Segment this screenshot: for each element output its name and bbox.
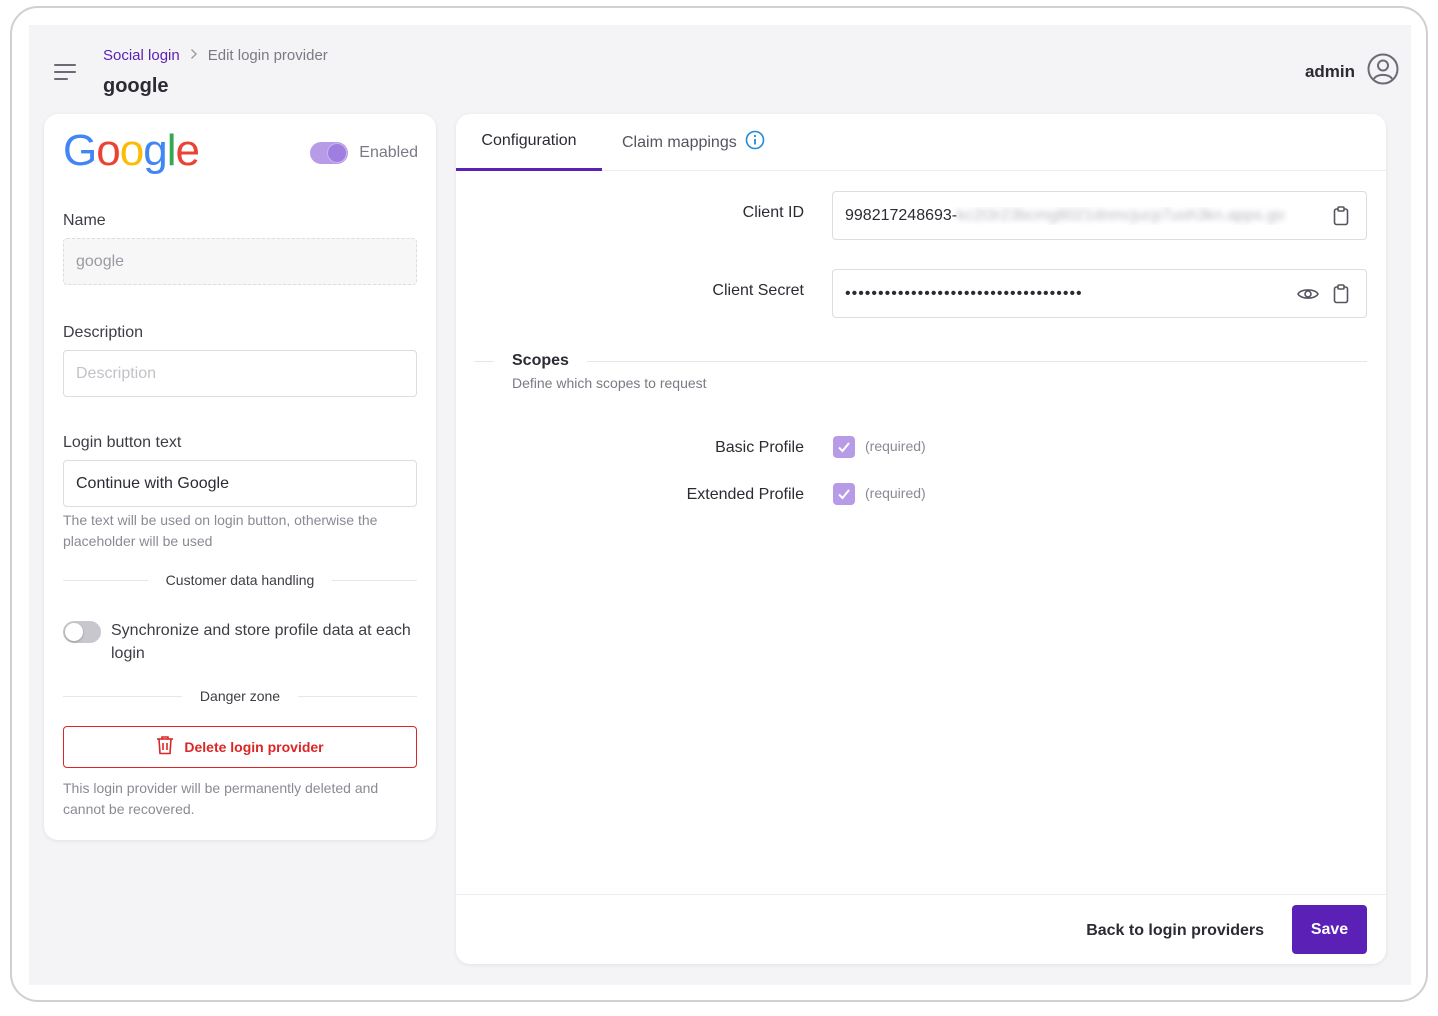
google-logo: Google [63,126,200,175]
scopes-title: Scopes [512,352,569,369]
breadcrumb-current: Edit login provider [207,47,328,64]
tab-configuration[interactable]: Configuration [456,114,602,171]
back-to-login-providers-link[interactable]: Back to login providers [1086,922,1264,940]
client-secret-value: •••••••••••••••••••••••••••••••••••• [845,284,1083,302]
delete-provider-button[interactable]: Delete login provider [63,726,417,768]
scopes-divider: Scopes [474,351,1367,371]
chevron-right-icon [190,47,198,64]
app-container: Social login Edit login provider google … [29,25,1411,985]
danger-zone-heading: Danger zone [199,688,281,704]
login-button-text-label: Login button text [63,434,182,451]
provider-settings-card: Google Enabled Name Description Login bu… [44,114,436,840]
info-icon[interactable] [745,130,765,155]
customer-data-heading: Customer data handling [165,572,315,588]
form-footer: Back to login providers Save [456,894,1386,964]
sync-profile-toggle[interactable] [63,621,101,643]
sync-profile-control: Synchronize and store profile data at ea… [63,619,411,665]
window-frame: Social login Edit login provider google … [10,6,1428,1002]
login-button-text-field[interactable] [63,460,417,507]
tab-configuration-label: Configuration [481,132,577,149]
tab-bar: Configuration Claim mappings [456,114,1386,171]
scope-extended-profile-note: (required) [865,485,926,501]
scope-basic-profile-checkbox[interactable] [833,436,855,458]
tab-claim-mappings-label: Claim mappings [622,133,737,151]
enabled-label: Enabled [359,144,418,161]
danger-zone-divider: Danger zone [63,686,418,706]
scope-basic-profile-label: Basic Profile [715,439,804,456]
login-button-help-text: The text will be used on login button, o… [63,512,378,549]
name-field [63,238,417,285]
save-button[interactable]: Save [1292,905,1367,954]
description-label: Description [63,324,144,341]
breadcrumb-social-login-link[interactable]: Social login [103,47,180,64]
copy-client-id-clipboard-icon[interactable] [1328,203,1354,229]
user-avatar-icon [1367,53,1399,90]
tab-claim-mappings[interactable]: Claim mappings [622,114,765,171]
client-id-field[interactable]: 998217248693-kc2t3r23bcmg8021dnmcjucp7uo… [832,191,1367,240]
trash-icon [156,735,174,760]
enabled-toggle[interactable] [310,142,349,164]
configuration-card: Configuration Claim mappings Client ID 9… [456,114,1386,964]
menu-icon[interactable] [54,61,78,83]
delete-help-text: This login provider will be permanently … [63,780,379,817]
scope-extended-profile-label: Extended Profile [686,486,804,503]
delete-provider-label: Delete login provider [184,739,324,755]
customer-data-divider: Customer data handling [63,570,417,590]
scope-extended-profile-checkbox[interactable] [833,483,855,505]
copy-client-secret-clipboard-icon[interactable] [1328,281,1354,307]
user-name: admin [1304,61,1355,81]
client-id-label: Client ID [742,204,804,221]
page-title: google [103,75,169,97]
scopes-description: Define which scopes to request [512,375,707,391]
sync-profile-label: Synchronize and store profile data at ea… [111,622,411,662]
description-field[interactable] [63,350,417,397]
show-secret-eye-icon[interactable] [1295,281,1321,307]
user-menu[interactable]: admin [1305,53,1399,90]
name-label: Name [63,212,106,229]
client-id-value: 998217248693-kc2t3r23bcmg8021dnmcjucp7uo… [845,206,1285,224]
scope-basic-profile-note: (required) [865,438,926,454]
client-secret-field[interactable]: •••••••••••••••••••••••••••••••••••• [832,269,1367,318]
client-secret-label: Client Secret [712,282,804,299]
breadcrumb: Social login Edit login provider [103,47,328,64]
enabled-control: Enabled [310,142,418,164]
